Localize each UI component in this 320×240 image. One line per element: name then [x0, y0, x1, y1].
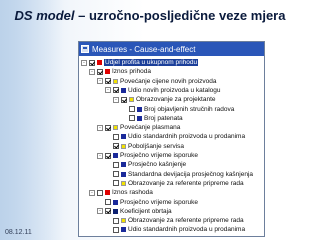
- tree-row[interactable]: Standardna devijacija prosječnog kašnjen…: [105, 170, 253, 179]
- tree-row[interactable]: Prosječno kašnjenje: [105, 160, 186, 169]
- tree-checkbox[interactable]: [113, 143, 119, 150]
- measure-color-icon: [113, 153, 118, 158]
- measure-color-icon: [105, 190, 110, 196]
- slide-date: 08.12.11: [5, 229, 32, 236]
- tree-checkbox[interactable]: [121, 96, 127, 103]
- tree-row[interactable]: - Iznos rashoda: [89, 188, 153, 197]
- tree-row[interactable]: Udio standardnih proizvoda u prodanima: [105, 225, 245, 234]
- tree-checkbox[interactable]: [113, 171, 119, 178]
- measure-color-icon: [121, 134, 126, 140]
- tree-row-label: Prosječno kašnjenje: [128, 161, 187, 169]
- tree-checkbox[interactable]: [105, 152, 111, 159]
- tree-row-label: Broj objavljenih stručnih radova: [144, 105, 235, 113]
- measure-color-icon: [97, 60, 102, 65]
- tree-row[interactable]: - Obrazovanje za projektante: [113, 95, 216, 104]
- measures-window: Measures - Cause-and-effect - Udjel profi…: [78, 41, 265, 237]
- tree-row-label: Udio novih proizvoda u katalogu: [128, 86, 221, 94]
- slide-background-strip: [0, 0, 64, 240]
- tree-expander-icon[interactable]: -: [89, 68, 95, 75]
- tree-checkbox[interactable]: [129, 115, 135, 122]
- tree-row[interactable]: - Povećanje plasmana: [97, 123, 180, 132]
- tree-row[interactable]: Prosječno vrijeme isporuke: [97, 198, 198, 207]
- tree-row-label: Poboljšanje servisa: [128, 142, 185, 150]
- tree-row[interactable]: Broj patenata: [121, 114, 183, 123]
- tree-row-label: Koeficijent obrtaja: [120, 207, 172, 215]
- window-title: Measures - Cause-and-effect: [92, 44, 196, 54]
- tree-checkbox[interactable]: [105, 124, 111, 131]
- window-titlebar[interactable]: Measures - Cause-and-effect: [79, 42, 264, 56]
- tree-row[interactable]: Poboljšanje servisa: [105, 142, 184, 151]
- slide-title: DS model – uzročno-posljedične veze mjer…: [0, 8, 300, 23]
- measure-color-icon: [121, 227, 126, 233]
- measure-color-icon: [121, 171, 126, 177]
- measure-color-icon: [105, 69, 110, 75]
- tree-checkbox[interactable]: [113, 226, 119, 233]
- tree-checkbox[interactable]: [105, 208, 111, 215]
- tree-row-label: Prosječno vrijeme isporuke: [120, 198, 199, 206]
- measure-color-icon: [121, 143, 126, 149]
- tree-checkbox[interactable]: [113, 180, 119, 187]
- tree-checkbox[interactable]: [113, 87, 119, 94]
- tree-expander-icon[interactable]: -: [97, 78, 103, 85]
- tree-checkbox[interactable]: [105, 78, 111, 85]
- tree-expander-icon[interactable]: -: [105, 87, 111, 94]
- measure-color-icon: [137, 106, 142, 112]
- tree-checkbox[interactable]: [97, 68, 103, 75]
- tree-row-label: Udio standardnih proizvoda u prodanima: [128, 133, 246, 141]
- tree-row[interactable]: Udio standardnih proizvoda u prodanima: [105, 132, 245, 141]
- measure-color-icon: [121, 87, 126, 93]
- measure-color-icon: [113, 199, 118, 205]
- tree-checkbox[interactable]: [113, 133, 119, 140]
- tree-expander-icon[interactable]: -: [97, 152, 103, 159]
- tree-checkbox[interactable]: [97, 189, 103, 196]
- measure-color-icon: [121, 218, 126, 224]
- tree-row[interactable]: - Prosječno vrijeme isporuke: [97, 151, 198, 160]
- tree-expander-icon[interactable]: -: [89, 189, 95, 196]
- tree-row-label: Obrazovanje za projektante: [136, 96, 216, 104]
- measure-color-icon: [129, 97, 134, 103]
- tree-row[interactable]: - Iznos prihoda: [89, 67, 151, 76]
- tree-row[interactable]: - Udio novih proizvoda u katalogu: [105, 86, 221, 95]
- tree-row-label: Broj patenata: [144, 114, 183, 122]
- tree-row-label: Standardna devijacija prosječnog kašnjen…: [128, 170, 254, 178]
- tree-row-label: Obrazovanje za referente pripreme rada: [128, 217, 244, 225]
- tree-row-label: Iznos prihoda: [112, 68, 152, 76]
- measure-color-icon: [121, 180, 126, 186]
- tree-row[interactable]: Broj objavljenih stručnih radova: [121, 105, 234, 114]
- tree-expander-icon[interactable]: -: [113, 96, 119, 103]
- slide-title-italic: DS model: [14, 8, 75, 23]
- tree-row[interactable]: Obrazovanje za referente pripreme rada: [105, 179, 244, 188]
- tree-row-label: Iznos rashoda: [112, 189, 153, 197]
- tree-expander-icon[interactable]: -: [81, 59, 87, 66]
- measures-tree: - Udjel profita u ukupnom prihodu - Iznos p…: [79, 56, 264, 236]
- tree-row-label: Udjel profita u ukupnom prihodu: [104, 59, 199, 66]
- tree-checkbox[interactable]: [89, 59, 95, 66]
- tree-row-label: Povećanje cijene novih proizvoda: [120, 77, 217, 85]
- tree-row-label: Prosječno vrijeme isporuke: [120, 152, 199, 159]
- window-icon: [81, 45, 89, 53]
- tree-row[interactable]: - Udjel profita u ukupnom prihodu: [81, 58, 199, 67]
- slide-title-rest: – uzročno-posljedične veze mjera: [74, 8, 286, 23]
- tree-checkbox[interactable]: [105, 199, 111, 205]
- tree-row[interactable]: - Koeficijent obrtaja: [97, 207, 172, 216]
- measure-color-icon: [113, 208, 118, 214]
- tree-row-label: Povećanje plasmana: [120, 124, 181, 132]
- measure-color-icon: [121, 162, 126, 168]
- tree-row[interactable]: - Povećanje cijene novih proizvoda: [97, 77, 216, 86]
- tree-checkbox[interactable]: [113, 217, 119, 224]
- measure-color-icon: [137, 115, 142, 121]
- measure-color-icon: [113, 78, 118, 84]
- tree-row-label: Udio standardnih proizvoda u prodanima: [128, 226, 246, 234]
- tree-row-label: Obrazovanje za referente pripreme rada: [128, 179, 244, 187]
- tree-checkbox[interactable]: [129, 106, 135, 112]
- measure-color-icon: [113, 125, 118, 131]
- tree-row[interactable]: Obrazovanje za referente pripreme rada: [105, 216, 244, 225]
- tree-expander-icon[interactable]: -: [97, 124, 103, 131]
- tree-checkbox[interactable]: [113, 161, 119, 168]
- tree-expander-icon[interactable]: -: [97, 208, 103, 215]
